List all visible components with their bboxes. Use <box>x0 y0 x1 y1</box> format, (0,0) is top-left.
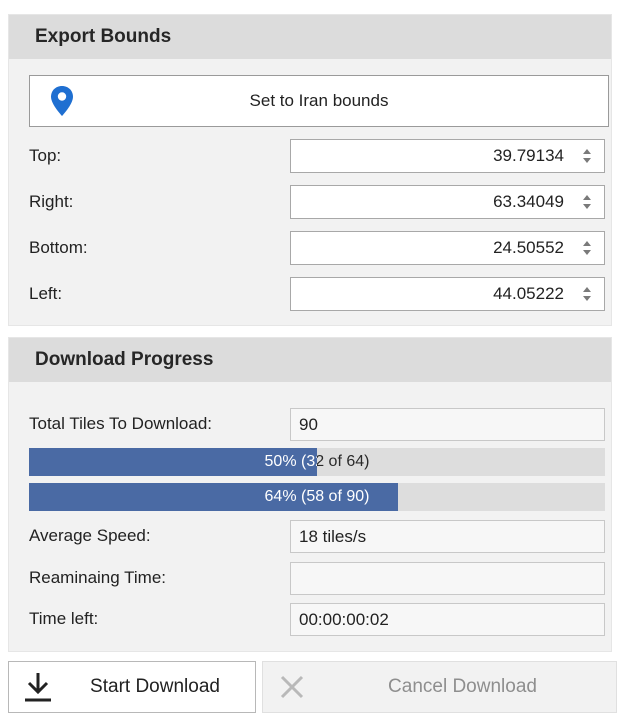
progress-bar-current-text: 50% (32 of 64) <box>264 453 317 470</box>
start-download-label: Start Download <box>90 676 220 697</box>
total-tiles-value: 90 <box>299 414 318 434</box>
total-tiles-label: Total Tiles To Download: <box>29 414 213 433</box>
spin-arrows-icon[interactable] <box>578 187 596 217</box>
export-bounds-header: Export Bounds <box>9 15 611 59</box>
progress-bar-current-fill: 50% (32 of 64) <box>29 448 317 476</box>
cancel-download-button[interactable]: Cancel Download <box>262 661 617 713</box>
avg-speed-label: Average Speed: <box>29 526 151 545</box>
cancel-download-label: Cancel Download <box>388 676 537 697</box>
set-bounds-label: Set to Iran bounds <box>249 91 389 110</box>
right-label: Right: <box>29 192 74 211</box>
remaining-time-field <box>290 562 605 595</box>
right-value: 63.34049 <box>493 192 564 211</box>
export-bounds-panel: Export Bounds Set to Iran bounds Top: 39… <box>8 14 612 326</box>
remaining-time-label: Reaminaing Time: <box>29 568 167 587</box>
left-value: 44.05222 <box>493 284 564 303</box>
total-tiles-field: 90 <box>290 408 605 441</box>
time-left-label: Time left: <box>29 609 99 628</box>
top-label: Top: <box>29 146 62 165</box>
left-spinbox[interactable]: 44.05222 <box>290 277 605 311</box>
left-label: Left: <box>29 284 63 303</box>
download-progress-panel: Download Progress Total Tiles To Downloa… <box>8 337 612 652</box>
bottom-spinbox[interactable]: 24.50552 <box>290 231 605 265</box>
map-pin-icon <box>51 86 73 116</box>
progress-bar-total-fill: 64% (58 of 90) <box>29 483 398 511</box>
progress-bar-total: 64% (58 of 90) 64% (58 of 90) <box>29 483 605 511</box>
spin-arrows-icon[interactable] <box>578 141 596 171</box>
start-download-button[interactable]: Start Download <box>8 661 256 713</box>
top-spinbox[interactable]: 39.79134 <box>290 139 605 173</box>
bottom-value: 24.50552 <box>493 238 564 257</box>
progress-bar-total-text: 64% (58 of 90) <box>264 488 370 505</box>
time-left-value: 00:00:00:02 <box>299 609 389 629</box>
time-left-field: 00:00:00:02 <box>290 603 605 636</box>
download-icon <box>25 673 51 702</box>
avg-speed-field: 18 tiles/s <box>290 520 605 553</box>
spin-arrows-icon[interactable] <box>578 233 596 263</box>
set-iran-bounds-button[interactable]: Set to Iran bounds <box>29 75 609 127</box>
top-value: 39.79134 <box>493 146 564 165</box>
bottom-label: Bottom: <box>29 238 88 257</box>
progress-bar-current: 50% (32 of 64) 50% (32 of 64) <box>29 448 605 476</box>
right-spinbox[interactable]: 63.34049 <box>290 185 605 219</box>
close-icon <box>280 675 304 699</box>
download-progress-header: Download Progress <box>9 338 611 382</box>
avg-speed-value: 18 tiles/s <box>299 526 367 546</box>
spin-arrows-icon[interactable] <box>578 279 596 309</box>
